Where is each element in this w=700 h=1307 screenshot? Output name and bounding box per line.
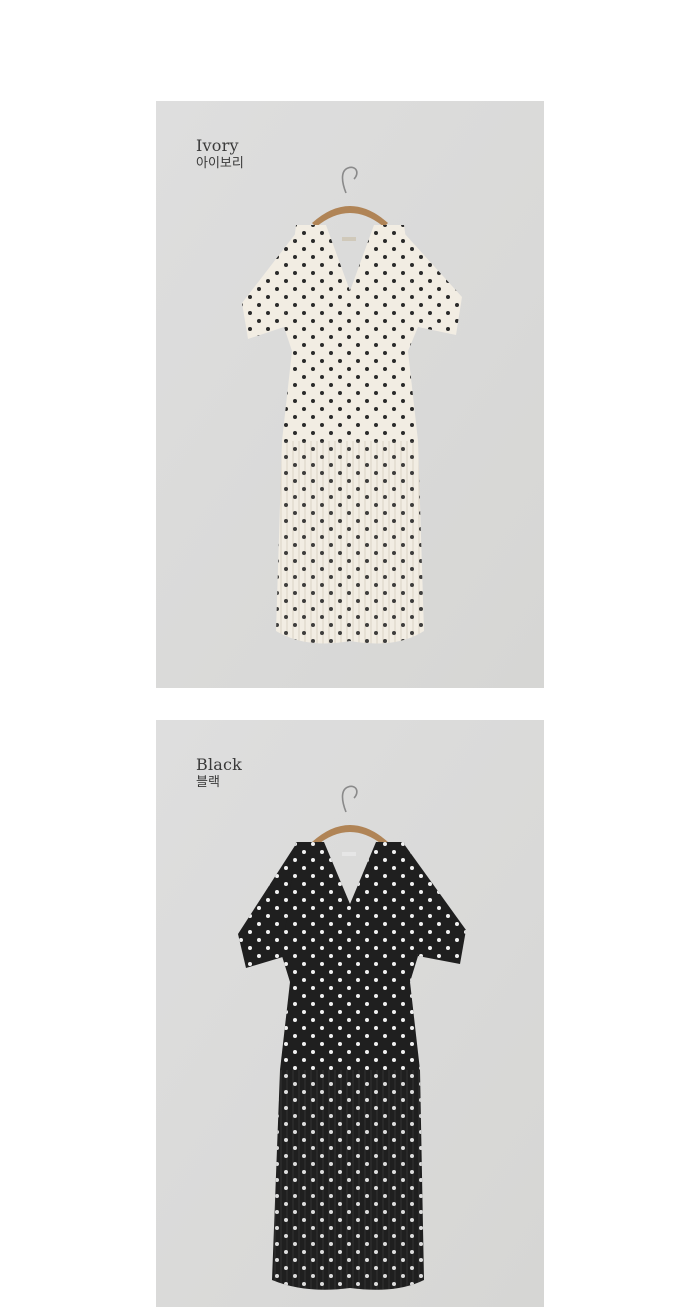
color-name-korean: 블랙 <box>196 775 220 791</box>
ivory-dress-image <box>156 101 544 688</box>
color-name-korean: 아이보리 <box>196 156 244 172</box>
product-photo-ivory: Ivory 아이보리 <box>156 101 544 688</box>
color-name-english: Ivory <box>196 136 239 155</box>
product-photo-black: Black 블랙 <box>156 720 544 1307</box>
color-label-black: Black 블랙 <box>196 755 243 791</box>
black-dress-image <box>156 720 544 1307</box>
color-label-ivory: Ivory 아이보리 <box>196 136 244 172</box>
color-name-english: Black <box>196 755 243 774</box>
